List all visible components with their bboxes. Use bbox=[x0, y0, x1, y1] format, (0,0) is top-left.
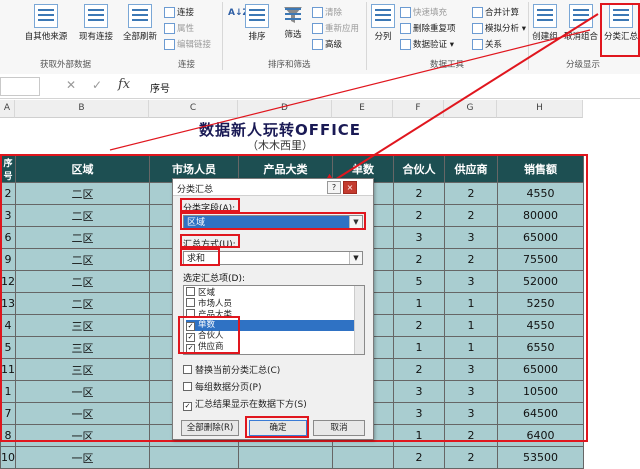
table-cell[interactable]: 2 bbox=[444, 446, 498, 469]
close-button[interactable]: × bbox=[343, 181, 357, 194]
dialog-titlebar[interactable]: 分类汇总 ? × bbox=[173, 179, 373, 196]
subtotal-items-list[interactable]: 区域 市场人员 产品大类 ✓ 单数 ✓ 合伙人 ✓ 供应商 bbox=[183, 285, 365, 355]
subtotal-field-select[interactable]: 区域 ▼ bbox=[183, 215, 363, 229]
checkbox[interactable]: ✓ bbox=[186, 333, 195, 342]
list-item[interactable]: ✓ 供应商 bbox=[186, 342, 354, 353]
replace-current-checkbox[interactable]: 替换当前分类汇总(C) bbox=[183, 363, 280, 376]
chevron-down-icon[interactable]: ▼ bbox=[349, 252, 362, 264]
function-value: 求和 bbox=[187, 254, 206, 264]
items-label: 选定汇总项(D): bbox=[183, 274, 245, 284]
chevron-down-icon[interactable]: ▼ bbox=[349, 216, 362, 228]
list-item[interactable]: ✓ 合伙人 bbox=[186, 331, 354, 342]
list-item[interactable]: 市场人员 bbox=[186, 298, 354, 309]
summary-below-checkbox[interactable]: ✓ 汇总结果显示在数据下方(S) bbox=[183, 397, 307, 411]
checkbox[interactable] bbox=[186, 298, 195, 307]
list-item-label: 产品大类 bbox=[198, 310, 233, 320]
list-item-label: 供应商 bbox=[198, 342, 224, 352]
checkbox[interactable]: ✓ bbox=[186, 344, 195, 353]
checkbox[interactable] bbox=[183, 382, 192, 391]
function-select[interactable]: 求和 ▼ bbox=[183, 251, 363, 265]
table-cell[interactable]: 53500 bbox=[497, 446, 584, 469]
checkbox[interactable] bbox=[186, 309, 195, 318]
summary-below-label: 汇总结果显示在数据下方(S) bbox=[195, 400, 307, 410]
checkbox[interactable]: ✓ bbox=[183, 402, 192, 411]
page-break-checkbox[interactable]: 每组数据分页(P) bbox=[183, 380, 261, 393]
field-label: 分类字段(A): bbox=[183, 204, 236, 214]
field-value: 区域 bbox=[187, 218, 206, 228]
table-cell[interactable] bbox=[238, 446, 333, 469]
function-label: 汇总方式(U): bbox=[183, 240, 236, 250]
list-item-label: 合伙人 bbox=[198, 331, 224, 341]
page-break-label: 每组数据分页(P) bbox=[195, 383, 262, 393]
help-button[interactable]: ? bbox=[327, 181, 341, 194]
list-item[interactable]: ✓ 单数 bbox=[186, 320, 354, 331]
table-cell[interactable]: 一区 bbox=[15, 446, 150, 469]
list-item-label: 市场人员 bbox=[198, 299, 233, 309]
list-item[interactable]: 区域 bbox=[186, 287, 354, 298]
table-cell[interactable] bbox=[149, 446, 239, 469]
list-scrollbar[interactable] bbox=[354, 286, 364, 354]
dialog-title: 分类汇总 bbox=[177, 185, 214, 195]
checkbox[interactable] bbox=[186, 287, 195, 296]
table-cell[interactable]: 10 bbox=[0, 446, 16, 469]
checkbox[interactable]: ✓ bbox=[186, 322, 195, 331]
remove-all-button[interactable]: 全部删除(R) bbox=[181, 420, 239, 436]
cancel-button[interactable]: 取消 bbox=[313, 420, 365, 436]
ok-button[interactable]: 确定 bbox=[249, 420, 307, 436]
subtotal-dialog: 分类汇总 ? × 分类字段(A): 区域 ▼ 汇总方式(U): 求和 ▼ 选定汇… bbox=[172, 178, 374, 440]
table-cell[interactable] bbox=[332, 446, 394, 469]
table-row: 10 一区 2 2 53500 bbox=[0, 446, 584, 469]
table-cell[interactable]: 2 bbox=[393, 446, 445, 469]
list-item[interactable]: 产品大类 bbox=[186, 309, 354, 320]
replace-current-label: 替换当前分类汇总(C) bbox=[195, 366, 281, 376]
list-item-label: 单数 bbox=[198, 320, 216, 330]
list-item-label: 区域 bbox=[198, 288, 216, 298]
checkbox[interactable] bbox=[183, 365, 192, 374]
